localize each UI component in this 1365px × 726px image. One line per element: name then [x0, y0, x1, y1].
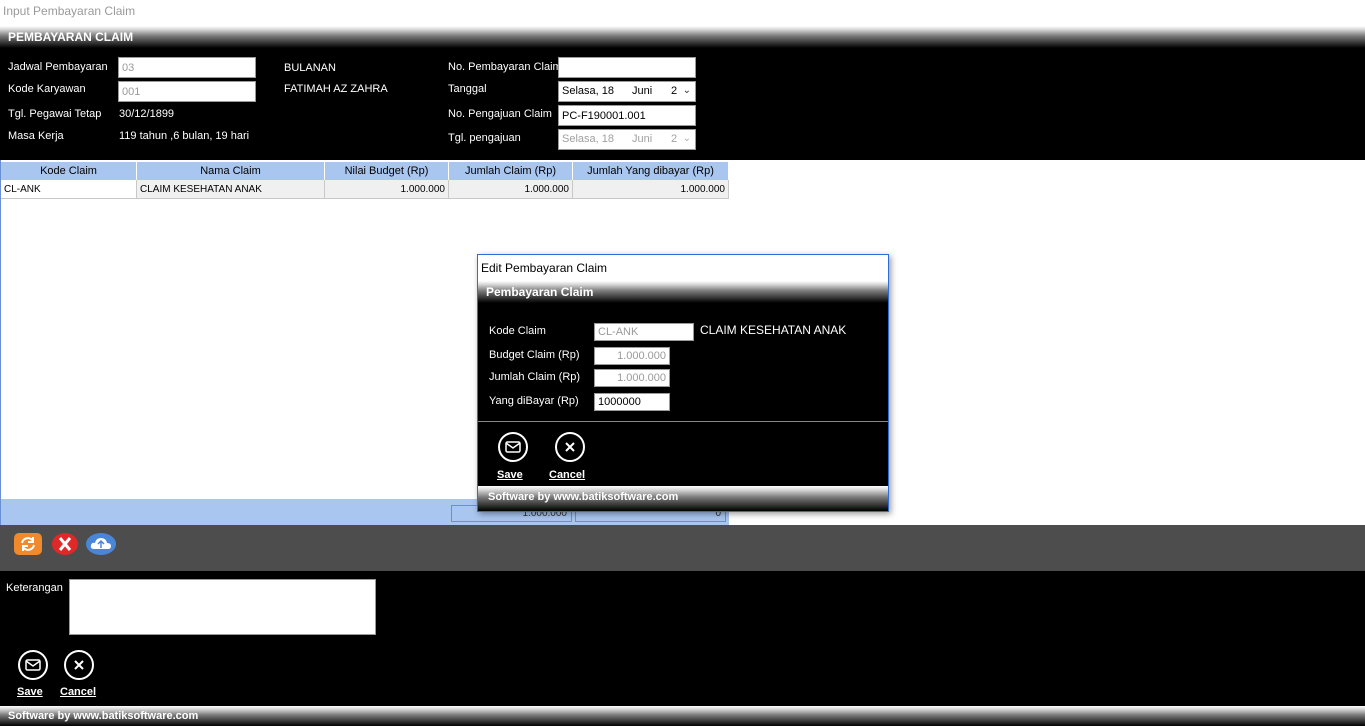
col-nilai-budget[interactable]: Nilai Budget (Rp): [325, 162, 449, 180]
dialog-dibayar-label: Yang diBayar (Rp): [489, 395, 579, 407]
dialog-status-bar: Software by www.batiksoftware.com: [478, 486, 888, 511]
dialog-jumlah-label: Jumlah Claim (Rp): [489, 371, 581, 383]
close-icon: [565, 442, 575, 452]
jadwal-input[interactable]: [118, 57, 256, 78]
dialog-kode-label: Kode Claim: [489, 325, 546, 337]
dialog-nama-claim: CLAIM KESEHATAN ANAK: [700, 323, 847, 337]
status-bar: Software by www.batiksoftware.com: [0, 706, 1365, 726]
tanggal-datepicker[interactable]: Selasa, 18 Juni 2 ⌄: [558, 81, 696, 102]
chevron-down-icon[interactable]: ⌄: [683, 133, 691, 144]
cell-dibayar[interactable]: 1.000.000: [573, 180, 729, 199]
refresh-button[interactable]: [14, 533, 42, 555]
cancel-button[interactable]: [64, 650, 94, 680]
nama-karyawan: FATIMAH AZ ZAHRA: [284, 83, 388, 95]
chevron-down-icon[interactable]: ⌄: [683, 85, 691, 96]
dialog-divider: [478, 421, 888, 422]
jadwal-desc: BULANAN: [284, 62, 336, 74]
dialog-jumlah-input[interactable]: [594, 369, 670, 387]
cell-jumlah[interactable]: 1.000.000: [449, 180, 573, 199]
tanggal-label: Tanggal: [448, 83, 487, 95]
main-section-header: PEMBAYARAN CLAIM: [0, 26, 1365, 48]
refresh-icon: [21, 537, 35, 551]
cell-nama[interactable]: CLAIM KESEHATAN ANAK: [137, 180, 325, 199]
envelope-icon: [505, 441, 521, 453]
envelope-icon: [25, 659, 41, 671]
dialog-header: Pembayaran Claim: [478, 281, 888, 303]
tgl-pengajuan-datepicker[interactable]: Selasa, 18 Juni 2 ⌄: [558, 129, 696, 150]
tgl-pengajuan-label: Tgl. pengajuan: [448, 132, 521, 144]
save-button-label[interactable]: Save: [17, 686, 43, 698]
cancel-button-label[interactable]: Cancel: [60, 686, 96, 698]
masa-kerja-label: Masa Kerja: [8, 130, 64, 142]
tanggal-month: Juni: [632, 85, 653, 97]
tgl-pengajuan-day: Selasa, 18: [562, 133, 614, 145]
kode-karyawan-label: Kode Karyawan: [8, 83, 86, 95]
dialog-cancel-label[interactable]: Cancel: [549, 469, 585, 481]
tanggal-day: Selasa, 18: [562, 85, 614, 97]
save-button[interactable]: [18, 650, 48, 680]
dialog-save-button[interactable]: [498, 432, 528, 462]
keterangan-label: Keterangan: [6, 582, 63, 594]
dialog-save-label[interactable]: Save: [497, 469, 523, 481]
col-jumlah-dibayar[interactable]: Jumlah Yang dibayar (Rp): [573, 162, 729, 180]
kode-karyawan-input[interactable]: [118, 81, 256, 102]
close-icon: [74, 660, 84, 670]
cell-kode[interactable]: CL-ANK: [1, 180, 137, 199]
delete-icon: [58, 537, 72, 551]
col-jumlah-claim[interactable]: Jumlah Claim (Rp): [449, 162, 573, 180]
cloud-upload-icon: [90, 538, 111, 549]
dialog-budget-input[interactable]: [594, 347, 670, 365]
no-pembayaran-label: No. Pembayaran Claim: [448, 61, 562, 73]
dialog-dibayar-input[interactable]: [594, 393, 670, 411]
dialog-cancel-button[interactable]: [555, 432, 585, 462]
dialog-budget-label: Budget Claim (Rp): [489, 349, 580, 361]
dialog-kode-input[interactable]: [594, 323, 694, 341]
cell-budget[interactable]: 1.000.000: [325, 180, 449, 199]
masa-kerja-value: 119 tahun ,6 bulan, 19 hari: [119, 130, 250, 142]
col-kode-claim[interactable]: Kode Claim: [1, 162, 137, 180]
window-title: Input Pembayaran Claim: [0, 0, 1365, 26]
dialog-title: Edit Pembayaran Claim: [478, 255, 888, 281]
tanggal-year: 2: [671, 85, 678, 97]
tgl-pengajuan-month: Juni: [632, 133, 653, 145]
delete-button[interactable]: [52, 533, 78, 555]
tgl-pegawai-value: 30/12/1899: [119, 108, 175, 120]
upload-button[interactable]: [86, 533, 116, 555]
no-pembayaran-input[interactable]: [558, 57, 696, 78]
jadwal-label: Jadwal Pembayaran: [8, 61, 108, 73]
grid-toolbar: [0, 525, 1365, 571]
keterangan-textarea[interactable]: [69, 579, 376, 635]
tgl-pengajuan-year: 2: [671, 133, 678, 145]
no-pengajuan-input[interactable]: [558, 105, 696, 126]
tgl-pegawai-label: Tgl. Pegawai Tetap: [8, 108, 102, 120]
col-nama-claim[interactable]: Nama Claim: [137, 162, 325, 180]
no-pengajuan-label: No. Pengajuan Claim: [448, 108, 552, 120]
